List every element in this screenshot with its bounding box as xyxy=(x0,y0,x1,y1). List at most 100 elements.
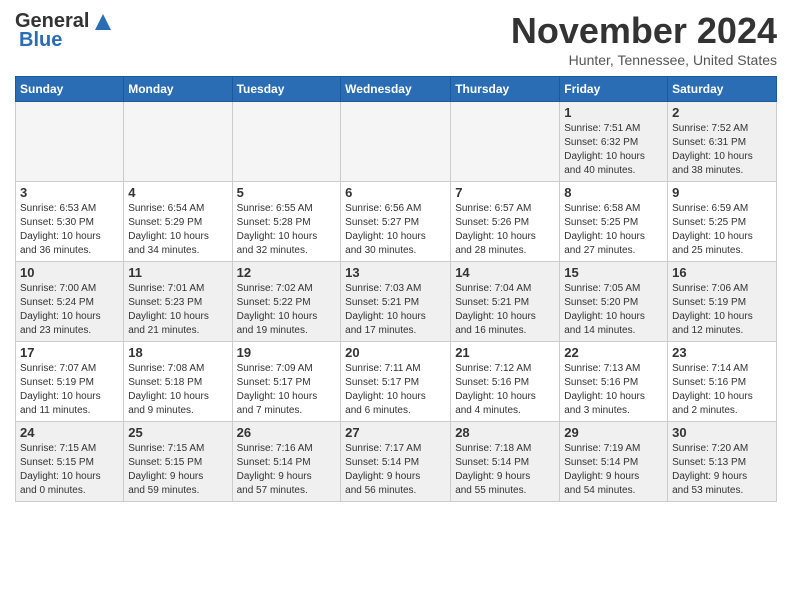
logo-blue-text: Blue xyxy=(19,29,62,52)
day-number: 24 xyxy=(20,425,119,440)
day-number: 19 xyxy=(237,345,337,360)
day-info: Sunrise: 7:14 AM Sunset: 5:16 PM Dayligh… xyxy=(672,362,772,418)
day-info: Sunrise: 7:03 AM Sunset: 5:21 PM Dayligh… xyxy=(345,282,446,338)
day-number: 4 xyxy=(128,185,227,200)
title-section: November 2024 Hunter, Tennessee, United … xyxy=(511,10,777,68)
day-info: Sunrise: 7:00 AM Sunset: 5:24 PM Dayligh… xyxy=(20,282,119,338)
day-info: Sunrise: 7:15 AM Sunset: 5:15 PM Dayligh… xyxy=(20,442,119,498)
col-friday: Friday xyxy=(560,77,668,102)
logo: General Blue xyxy=(15,10,113,52)
day-number: 26 xyxy=(237,425,337,440)
day-info: Sunrise: 7:17 AM Sunset: 5:14 PM Dayligh… xyxy=(345,442,446,498)
col-thursday: Thursday xyxy=(451,77,560,102)
month-title: November 2024 xyxy=(511,10,777,52)
day-info: Sunrise: 7:06 AM Sunset: 5:19 PM Dayligh… xyxy=(672,282,772,338)
day-number: 18 xyxy=(128,345,227,360)
day-number: 21 xyxy=(455,345,555,360)
table-row: 5 Sunrise: 6:55 AM Sunset: 5:28 PM Daylig… xyxy=(232,182,341,262)
calendar-table: Sunday Monday Tuesday Wednesday Thursday… xyxy=(15,76,777,502)
table-row: 6 Sunrise: 6:56 AM Sunset: 5:27 PM Daylig… xyxy=(341,182,451,262)
day-number: 3 xyxy=(20,185,119,200)
table-row: 14Sunrise: 7:04 AM Sunset: 5:21 PM Dayli… xyxy=(451,262,560,342)
calendar-week-row: 17Sunrise: 7:07 AM Sunset: 5:19 PM Dayli… xyxy=(16,342,777,422)
day-number: 5 xyxy=(237,185,337,200)
day-number: 23 xyxy=(672,345,772,360)
day-number: 2 xyxy=(672,105,772,120)
table-row: 13 Sunrise: 7:03 AM Sunset: 5:21 PM Dayli… xyxy=(341,262,451,342)
day-number: 10 xyxy=(20,265,119,280)
table-row xyxy=(124,102,232,182)
table-row: 7 Sunrise: 6:57 AM Sunset: 5:26 PM Daylig… xyxy=(451,182,560,262)
day-info: Sunrise: 7:11 AM Sunset: 5:17 PM Dayligh… xyxy=(345,362,446,418)
col-wednesday: Wednesday xyxy=(341,77,451,102)
day-info: Sunrise: 6:59 AM Sunset: 5:25 PM Dayligh… xyxy=(672,202,772,258)
calendar-week-row: 10 Sunrise: 7:00 AM Sunset: 5:24 PM Dayli… xyxy=(16,262,777,342)
table-row: 15 Sunrise: 7:05 AM Sunset: 5:20 PM Dayli… xyxy=(560,262,668,342)
table-row: 12Sunrise: 7:02 AM Sunset: 5:22 PM Dayli… xyxy=(232,262,341,342)
table-row: 21 Sunrise: 7:12 AM Sunset: 5:16 PM Dayli… xyxy=(451,342,560,422)
day-number: 22 xyxy=(564,345,663,360)
day-info: Sunrise: 7:09 AM Sunset: 5:17 PM Dayligh… xyxy=(237,362,337,418)
table-row: 9 Sunrise: 6:59 AM Sunset: 5:25 PM Daylig… xyxy=(668,182,777,262)
day-number: 9 xyxy=(672,185,772,200)
calendar-week-row: 24 Sunrise: 7:15 AM Sunset: 5:15 PM Dayli… xyxy=(16,422,777,502)
day-number: 16 xyxy=(672,265,772,280)
table-row: 3 Sunrise: 6:53 AM Sunset: 5:30 PM Daylig… xyxy=(16,182,124,262)
calendar-week-row: 1Sunrise: 7:51 AM Sunset: 6:32 PM Daylig… xyxy=(16,102,777,182)
day-info: Sunrise: 6:57 AM Sunset: 5:26 PM Dayligh… xyxy=(455,202,555,258)
table-row: 29Sunrise: 7:19 AM Sunset: 5:14 PM Dayli… xyxy=(560,422,668,502)
calendar-page: General Blue November 2024 Hunter, Tenne… xyxy=(0,0,792,612)
table-row: 8 Sunrise: 6:58 AM Sunset: 5:25 PM Daylig… xyxy=(560,182,668,262)
day-number: 15 xyxy=(564,265,663,280)
day-info: Sunrise: 7:16 AM Sunset: 5:14 PM Dayligh… xyxy=(237,442,337,498)
day-info: Sunrise: 7:01 AM Sunset: 5:23 PM Dayligh… xyxy=(128,282,227,338)
day-number: 27 xyxy=(345,425,446,440)
day-number: 30 xyxy=(672,425,772,440)
table-row: 4 Sunrise: 6:54 AM Sunset: 5:29 PM Daylig… xyxy=(124,182,232,262)
day-info: Sunrise: 7:13 AM Sunset: 5:16 PM Dayligh… xyxy=(564,362,663,418)
day-number: 25 xyxy=(128,425,227,440)
header: General Blue November 2024 Hunter, Tenne… xyxy=(15,10,777,68)
table-row: 1Sunrise: 7:51 AM Sunset: 6:32 PM Daylig… xyxy=(560,102,668,182)
table-row xyxy=(341,102,451,182)
table-row: 27 Sunrise: 7:17 AM Sunset: 5:14 PM Dayli… xyxy=(341,422,451,502)
col-monday: Monday xyxy=(124,77,232,102)
day-info: Sunrise: 7:18 AM Sunset: 5:14 PM Dayligh… xyxy=(455,442,555,498)
calendar-header-row: Sunday Monday Tuesday Wednesday Thursday… xyxy=(16,77,777,102)
table-row: 22 Sunrise: 7:13 AM Sunset: 5:16 PM Dayli… xyxy=(560,342,668,422)
table-row: 26 Sunrise: 7:16 AM Sunset: 5:14 PM Dayli… xyxy=(232,422,341,502)
day-number: 6 xyxy=(345,185,446,200)
day-number: 7 xyxy=(455,185,555,200)
day-number: 13 xyxy=(345,265,446,280)
day-number: 14 xyxy=(455,265,555,280)
logo-triangle-icon xyxy=(93,12,113,32)
day-number: 8 xyxy=(564,185,663,200)
day-info: Sunrise: 7:08 AM Sunset: 5:18 PM Dayligh… xyxy=(128,362,227,418)
day-info: Sunrise: 7:12 AM Sunset: 5:16 PM Dayligh… xyxy=(455,362,555,418)
table-row: 23 Sunrise: 7:14 AM Sunset: 5:16 PM Dayli… xyxy=(668,342,777,422)
day-info: Sunrise: 6:55 AM Sunset: 5:28 PM Dayligh… xyxy=(237,202,337,258)
table-row: 16 Sunrise: 7:06 AM Sunset: 5:19 PM Dayli… xyxy=(668,262,777,342)
location: Hunter, Tennessee, United States xyxy=(511,52,777,68)
day-info: Sunrise: 7:51 AM Sunset: 6:32 PM Dayligh… xyxy=(564,122,663,178)
table-row: 25 Sunrise: 7:15 AM Sunset: 5:15 PM Dayli… xyxy=(124,422,232,502)
day-info: Sunrise: 7:05 AM Sunset: 5:20 PM Dayligh… xyxy=(564,282,663,338)
col-sunday: Sunday xyxy=(16,77,124,102)
table-row: 19 Sunrise: 7:09 AM Sunset: 5:17 PM Dayli… xyxy=(232,342,341,422)
day-info: Sunrise: 7:15 AM Sunset: 5:15 PM Dayligh… xyxy=(128,442,227,498)
day-info: Sunrise: 6:53 AM Sunset: 5:30 PM Dayligh… xyxy=(20,202,119,258)
day-info: Sunrise: 6:56 AM Sunset: 5:27 PM Dayligh… xyxy=(345,202,446,258)
table-row xyxy=(451,102,560,182)
day-info: Sunrise: 6:54 AM Sunset: 5:29 PM Dayligh… xyxy=(128,202,227,258)
table-row: 10 Sunrise: 7:00 AM Sunset: 5:24 PM Dayli… xyxy=(16,262,124,342)
day-info: Sunrise: 7:52 AM Sunset: 6:31 PM Dayligh… xyxy=(672,122,772,178)
table-row: 24 Sunrise: 7:15 AM Sunset: 5:15 PM Dayli… xyxy=(16,422,124,502)
table-row xyxy=(232,102,341,182)
day-number: 11 xyxy=(128,265,227,280)
day-number: 12 xyxy=(237,265,337,280)
day-number: 17 xyxy=(20,345,119,360)
table-row xyxy=(16,102,124,182)
day-info: Sunrise: 6:58 AM Sunset: 5:25 PM Dayligh… xyxy=(564,202,663,258)
day-number: 20 xyxy=(345,345,446,360)
table-row: 20 Sunrise: 7:11 AM Sunset: 5:17 PM Dayli… xyxy=(341,342,451,422)
